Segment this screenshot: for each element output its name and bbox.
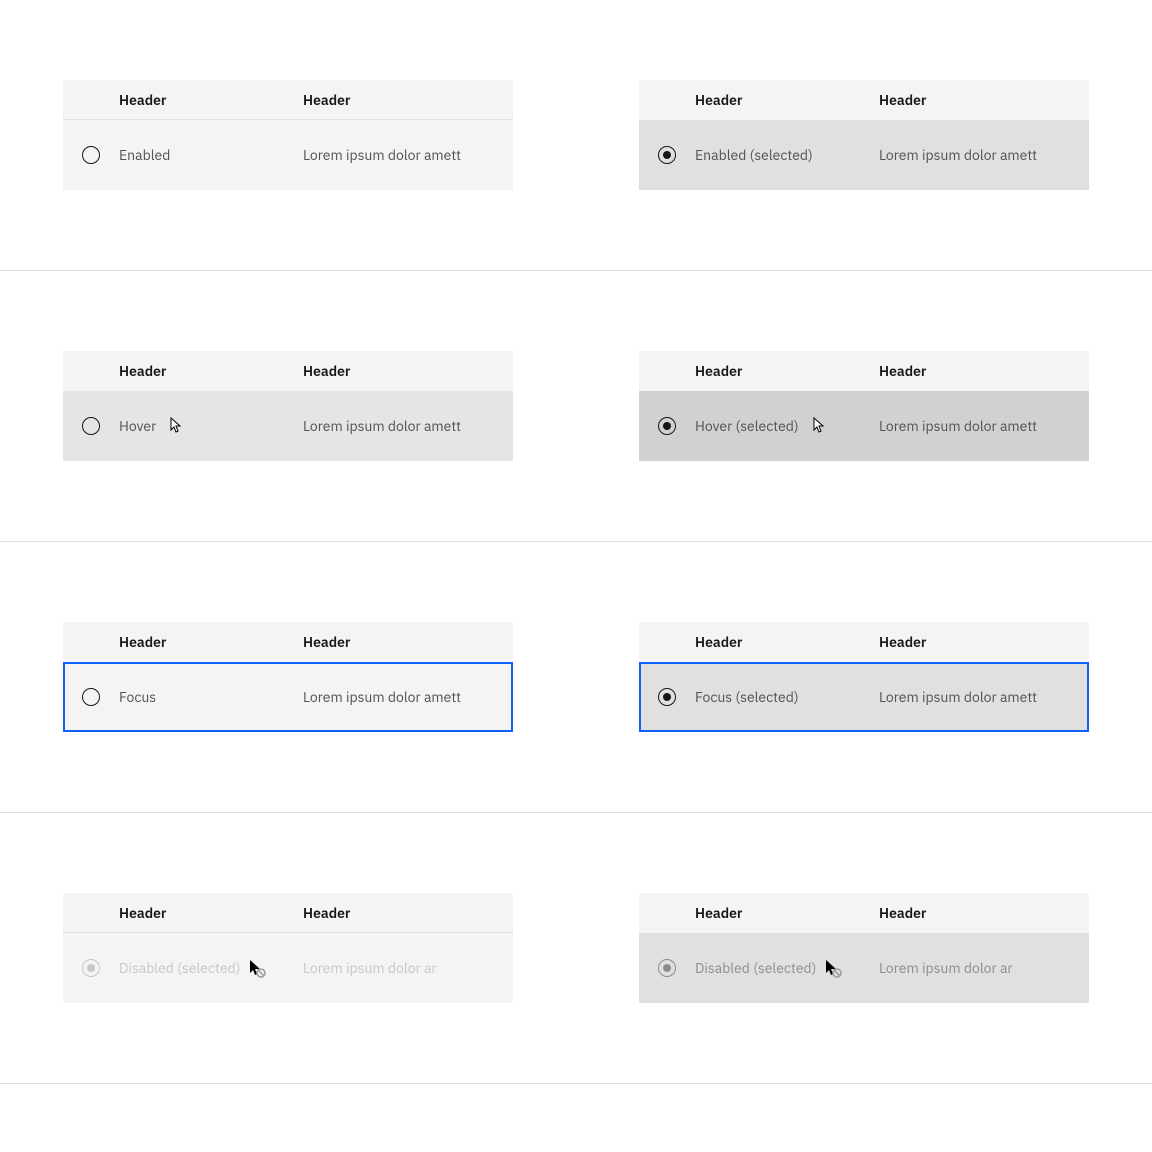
radio-checked-icon[interactable] [658,417,676,435]
td-state: Enabled (selected) [695,146,879,164]
td-state: Focus [119,688,303,706]
table-hover-selected: Header Header Hover (selected) Lorem ips… [639,351,1089,461]
table-row: Disabled (selected) Lorem ipsum dolor ar [639,933,1089,1003]
table-row[interactable]: Hover (selected) Lorem ipsum dolor amett [639,391,1089,461]
td-radio [63,959,119,977]
col-right: Header Header Hover (selected) Lorem ips… [576,351,1152,461]
th-col1: Header [119,633,303,651]
td-state: Hover (selected) [695,416,879,436]
col-left: Header Header Disabled (selected) Lorem … [0,893,576,1003]
pointer-cursor-icon [164,416,184,436]
td-radio [63,146,119,164]
td-content: Lorem ipsum dolor amett [879,688,1089,706]
td-radio [639,146,695,164]
th-col2: Header [879,633,1089,651]
not-allowed-cursor-icon [248,958,268,978]
td-content: Lorem ipsum dolor ar [303,959,513,977]
radio-icon[interactable] [82,146,100,164]
section-hover: Header Header Hover Lorem ipsum dolor am… [0,271,1152,542]
table-row[interactable]: Focus Lorem ipsum dolor amett [63,662,513,732]
th-col1: Header [695,904,879,922]
td-content: Lorem ipsum dolor amett [879,146,1089,164]
table-header-row: Header Header [639,80,1089,120]
table-row[interactable]: Focus (selected) Lorem ipsum dolor amett [639,662,1089,732]
td-content: Lorem ipsum dolor amett [303,688,513,706]
th-col2: Header [303,904,513,922]
radio-checked-icon[interactable] [658,146,676,164]
table-row: Disabled (selected) Lorem ipsum dolor ar [63,933,513,1003]
th-col1: Header [119,362,303,380]
th-col2: Header [879,362,1089,380]
td-state: Disabled (selected) [119,958,303,978]
table-focus-selected: Header Header Focus (selected) Lorem ips… [639,622,1089,732]
td-content: Lorem ipsum dolor ar [879,959,1089,977]
col-right: Header Header Disabled (selected) Lorem … [576,893,1152,1003]
td-content: Lorem ipsum dolor amett [303,146,513,164]
td-content: Lorem ipsum dolor amett [303,417,513,435]
table-header-row: Header Header [639,893,1089,933]
state-label: Disabled (selected) [119,959,240,977]
td-state: Disabled (selected) [695,958,879,978]
pointer-cursor-icon [807,416,827,436]
table-row[interactable]: Hover Lorem ipsum dolor amett [63,391,513,461]
table-focus: Header Header Focus Lorem ipsum dolor am… [63,622,513,732]
th-col2: Header [879,904,1089,922]
table-header-row: Header Header [63,80,513,120]
td-state: Focus (selected) [695,688,879,706]
section-enabled: Header Header Enabled Lorem ipsum dolor … [0,0,1152,271]
col-left: Header Header Focus Lorem ipsum dolor am… [0,622,576,732]
table-enabled: Header Header Enabled Lorem ipsum dolor … [63,80,513,190]
table-header-row: Header Header [63,351,513,391]
th-col2: Header [303,91,513,109]
state-label: Hover [119,417,156,435]
th-col1: Header [695,91,879,109]
col-right: Header Header Enabled (selected) Lorem i… [576,80,1152,190]
radio-disabled-icon [658,959,676,977]
radio-checked-icon[interactable] [658,688,676,706]
td-radio [63,688,119,706]
th-col1: Header [695,633,879,651]
table-disabled-selected: Header Header Disabled (selected) Lorem … [639,893,1089,1003]
th-col1: Header [119,91,303,109]
td-radio [63,417,119,435]
state-label: Hover (selected) [695,417,799,435]
th-col1: Header [119,904,303,922]
table-row[interactable]: Enabled (selected) Lorem ipsum dolor ame… [639,120,1089,190]
table-header-row: Header Header [63,622,513,662]
section-focus: Header Header Focus Lorem ipsum dolor am… [0,542,1152,813]
table-row[interactable]: Enabled Lorem ipsum dolor amett [63,120,513,190]
col-left: Header Header Hover Lorem ipsum dolor am… [0,351,576,461]
col-left: Header Header Enabled Lorem ipsum dolor … [0,80,576,190]
section-disabled: Header Header Disabled (selected) Lorem … [0,813,1152,1084]
td-content: Lorem ipsum dolor amett [879,417,1089,435]
th-col2: Header [879,91,1089,109]
td-radio [639,688,695,706]
td-radio [639,959,695,977]
td-state: Hover [119,416,303,436]
table-header-row: Header Header [63,893,513,933]
th-col2: Header [303,633,513,651]
state-label: Disabled (selected) [695,959,816,977]
table-header-row: Header Header [639,351,1089,391]
radio-icon[interactable] [82,417,100,435]
th-col1: Header [695,362,879,380]
td-state: Enabled [119,146,303,164]
th-col2: Header [303,362,513,380]
table-disabled: Header Header Disabled (selected) Lorem … [63,893,513,1003]
table-enabled-selected: Header Header Enabled (selected) Lorem i… [639,80,1089,190]
not-allowed-cursor-icon [824,958,844,978]
table-header-row: Header Header [639,622,1089,662]
table-hover: Header Header Hover Lorem ipsum dolor am… [63,351,513,461]
col-right: Header Header Focus (selected) Lorem ips… [576,622,1152,732]
td-radio [639,417,695,435]
radio-disabled-icon [82,959,100,977]
radio-icon[interactable] [82,688,100,706]
